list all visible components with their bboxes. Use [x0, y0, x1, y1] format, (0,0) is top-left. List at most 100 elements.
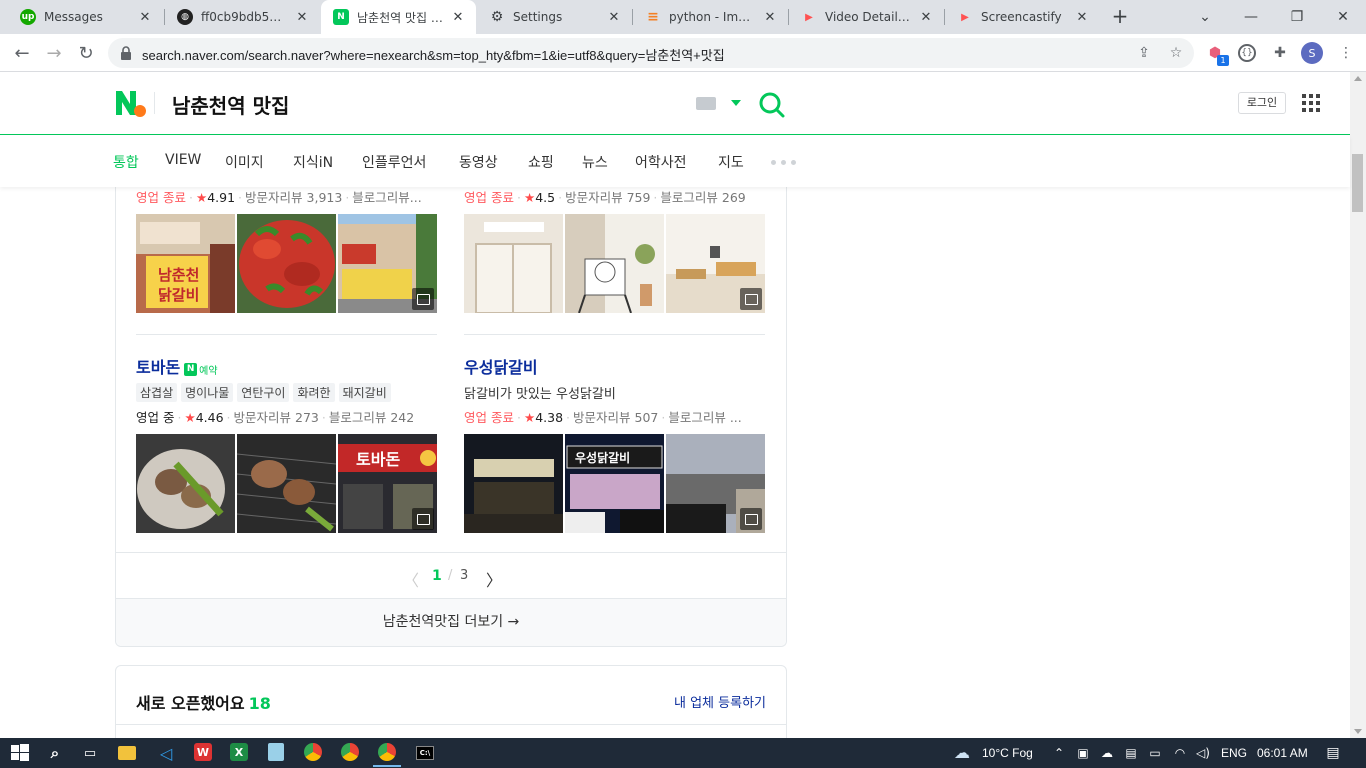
gallery-icon[interactable]	[412, 288, 434, 310]
extension-circle-icon[interactable]: {}	[1238, 44, 1256, 62]
place-photo[interactable]	[464, 434, 563, 533]
place-photo[interactable]: 남춘천 닭갈비	[136, 214, 235, 313]
tab-search-chevron-icon[interactable]: ⌄	[1182, 0, 1228, 34]
place-name[interactable]: 토바돈	[136, 358, 180, 377]
place-photos[interactable]: 우성닭갈비	[464, 434, 766, 533]
page-scrollbar[interactable]	[1350, 72, 1366, 738]
browser-tab-messages[interactable]: up Messages ✕	[8, 0, 163, 34]
register-business-link[interactable]: 내 업체 등록하기	[674, 692, 766, 711]
windows-start-icon[interactable]	[10, 743, 30, 763]
avatar[interactable]: S	[1301, 42, 1323, 64]
gallery-icon[interactable]	[412, 508, 434, 530]
place-tag[interactable]: 명이나물	[181, 383, 234, 402]
place-photo[interactable]	[237, 434, 336, 533]
keyboard-icon[interactable]	[696, 97, 716, 110]
place-photo[interactable]: 우성닭갈비	[565, 434, 664, 533]
clock[interactable]: 06:01 AM	[1257, 746, 1308, 760]
place-photo[interactable]: 토바돈	[338, 434, 437, 533]
place-name[interactable]: 우성닭갈비	[464, 358, 538, 377]
chevron-up-icon[interactable]: ⌃	[1052, 746, 1066, 760]
tab-integrated[interactable]: 통합	[113, 152, 139, 172]
tab-view[interactable]: VIEW	[165, 152, 201, 168]
tab-influencer[interactable]: 인플루언서	[362, 152, 426, 172]
input-language[interactable]: ENG	[1221, 746, 1247, 760]
login-button[interactable]: 로그인	[1238, 92, 1286, 114]
place-photo[interactable]	[666, 434, 765, 533]
browser-tab-settings[interactable]: ⚙ Settings ✕	[477, 0, 632, 34]
prev-page-button[interactable]: 〈	[403, 567, 419, 591]
search-icon[interactable]	[758, 91, 786, 119]
more-results-link[interactable]: 남춘천역맛집 더보기 →	[116, 598, 786, 646]
close-window-button[interactable]: ✕	[1320, 0, 1366, 34]
scrollbar-thumb[interactable]	[1352, 154, 1363, 212]
tray-app-icon[interactable]: ▣	[1076, 746, 1090, 760]
weather-cloud-icon[interactable]: ☁	[952, 745, 972, 761]
gallery-icon[interactable]	[740, 508, 762, 530]
apps-grid-icon[interactable]	[1302, 94, 1320, 112]
tab-map[interactable]: 지도	[718, 152, 744, 172]
vscode-icon[interactable]: ◁	[156, 743, 176, 763]
place-tag[interactable]: 삼겹살	[136, 383, 178, 402]
browser-tab-naver[interactable]: N 남춘천역 맛집 : 네 ✕	[321, 0, 476, 34]
restore-button[interactable]: ❐	[1274, 0, 1320, 34]
wifi-icon[interactable]: ◠	[1173, 746, 1187, 760]
place-photo[interactable]	[464, 214, 563, 313]
place-photo[interactable]	[338, 214, 437, 313]
menu-kebab-icon[interactable]: ⋮	[1336, 43, 1356, 63]
new-tab-button[interactable]: +	[1108, 5, 1132, 29]
notifications-icon[interactable]: ▤	[1326, 746, 1340, 760]
tab-video[interactable]: 동영상	[459, 152, 498, 172]
close-icon[interactable]: ✕	[918, 10, 934, 25]
place-photos[interactable]	[464, 214, 766, 313]
wps-icon[interactable]: W	[194, 743, 212, 761]
place-photo[interactable]	[666, 214, 765, 313]
next-page-button[interactable]: 〉	[486, 567, 502, 591]
browser-tab-video-details[interactable]: ▶ Video Details - S ✕	[789, 0, 944, 34]
address-bar[interactable]: search.naver.com/search.naver?where=nexe…	[108, 38, 1194, 68]
task-view-icon[interactable]: ▭	[80, 743, 100, 763]
close-icon[interactable]: ✕	[1074, 10, 1090, 25]
bookmark-star-icon[interactable]: ☆	[1168, 45, 1184, 61]
onedrive-icon[interactable]: ☁	[1100, 746, 1114, 760]
npay-reservation-badge[interactable]: N 예약	[184, 362, 218, 377]
place-item[interactable]: 영업 종료 · ★4.5 · 방문자리뷰 759 · 블로그리뷰 269	[464, 187, 766, 313]
place-photo[interactable]	[565, 214, 664, 313]
back-button[interactable]: ←	[8, 39, 36, 67]
place-item[interactable]: 영업 종료 · ★4.91 · 방문자리뷰 3,913 · 블로그리뷰... 남춘천 닭갈비	[136, 187, 438, 313]
naver-logo-icon[interactable]	[113, 87, 147, 119]
terminal-icon[interactable]: C:\	[416, 746, 434, 760]
close-icon[interactable]: ✕	[606, 10, 622, 25]
gallery-icon[interactable]	[740, 288, 762, 310]
file-explorer-icon[interactable]	[118, 746, 136, 760]
forward-button[interactable]: →	[40, 39, 68, 67]
spreadsheet-icon[interactable]: X	[230, 743, 248, 761]
place-photos[interactable]: 남춘천 닭갈비	[136, 214, 438, 313]
place-tag[interactable]: 돼지갈비	[338, 383, 391, 402]
chrome-icon[interactable]	[304, 743, 322, 761]
tab-kin[interactable]: 지식iN	[293, 152, 333, 172]
reload-button[interactable]: ↻	[72, 39, 100, 67]
battery-icon[interactable]: ▭	[1148, 746, 1162, 760]
meet-icon[interactable]: ▤	[1124, 746, 1138, 760]
search-icon[interactable]: ⌕	[45, 743, 65, 763]
weather-text[interactable]: 10°C Fog	[982, 746, 1033, 760]
place-tag[interactable]: 연탄구이	[237, 383, 290, 402]
minimize-button[interactable]: —	[1228, 0, 1274, 34]
place-photos[interactable]: 토바돈	[136, 434, 438, 533]
puzzle-icon[interactable]: ✚	[1270, 43, 1290, 63]
close-icon[interactable]: ✕	[137, 10, 153, 25]
tab-news[interactable]: 뉴스	[582, 152, 608, 172]
share-icon[interactable]: ⇪	[1136, 45, 1152, 61]
tab-shopping[interactable]: 쇼핑	[528, 152, 554, 172]
chrome-icon[interactable]	[378, 743, 396, 761]
close-icon[interactable]: ✕	[762, 10, 778, 25]
close-icon[interactable]: ✕	[450, 10, 466, 25]
browser-tab-github[interactable]: ◍ ff0cb9bdb53316c ✕	[165, 0, 320, 34]
more-tabs-icon[interactable]	[771, 160, 796, 165]
tab-dictionary[interactable]: 어학사전	[635, 152, 687, 172]
volume-icon[interactable]: ◁)	[1196, 746, 1210, 760]
search-query[interactable]: 남춘천역 맛집	[172, 90, 289, 119]
place-photo[interactable]	[136, 434, 235, 533]
close-icon[interactable]: ✕	[294, 10, 310, 25]
chevron-down-icon[interactable]	[731, 100, 741, 106]
